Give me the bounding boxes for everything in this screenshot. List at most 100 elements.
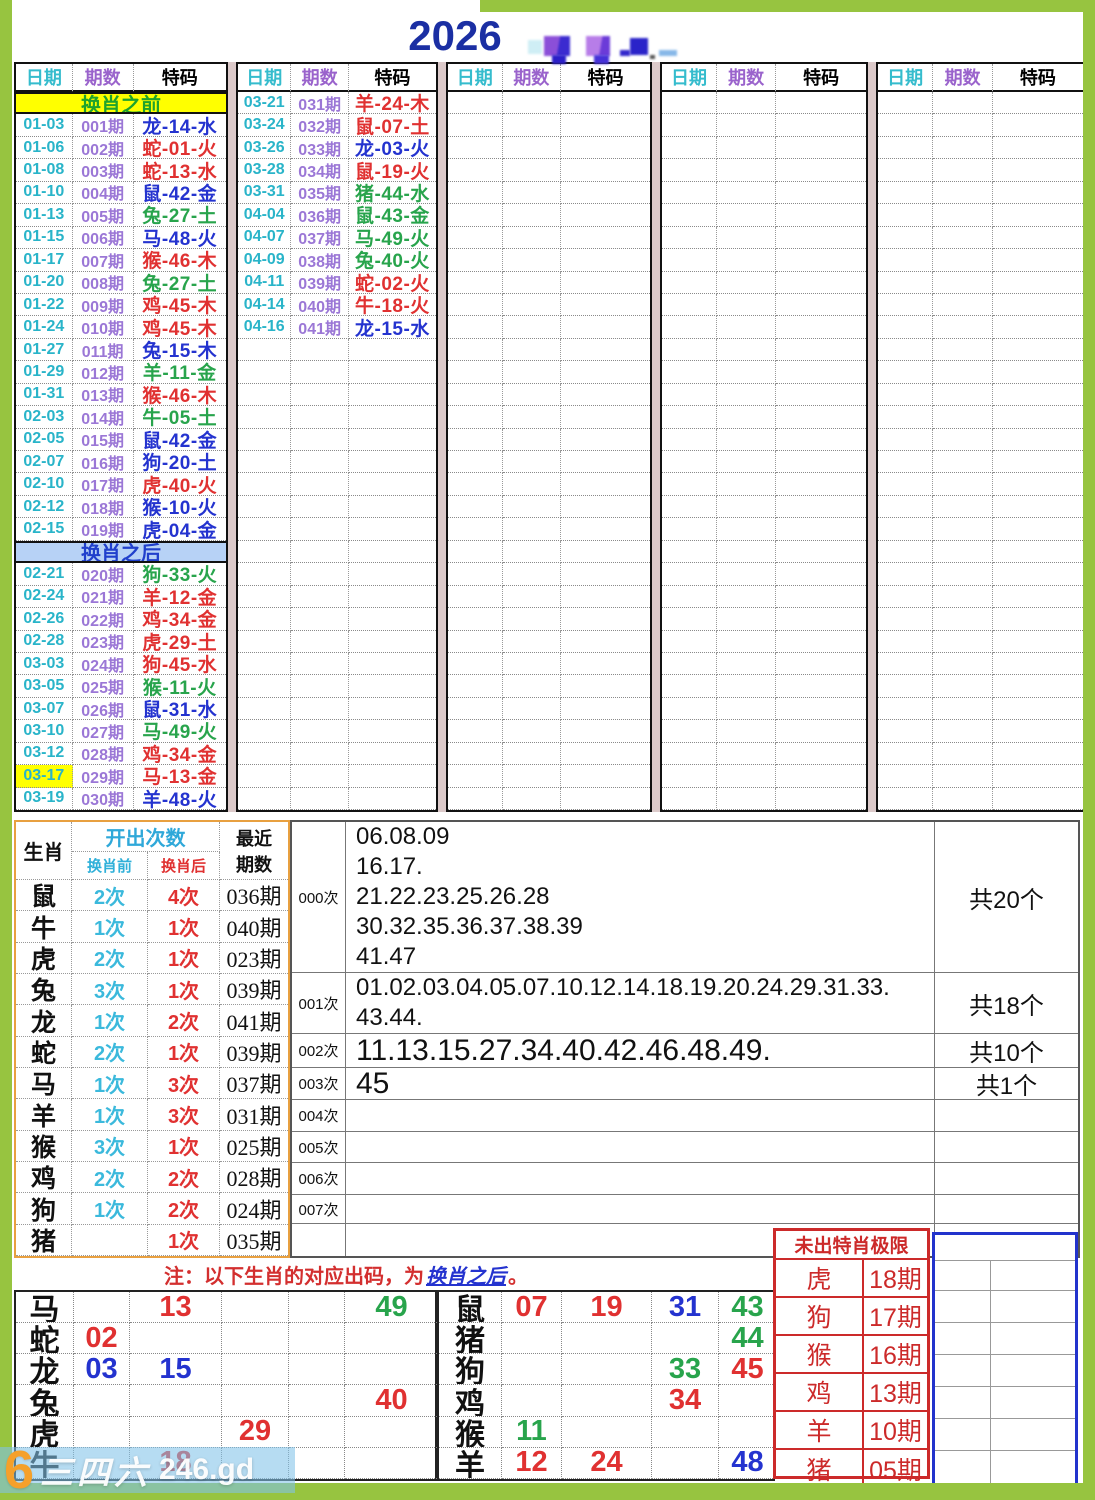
empty-cell (502, 204, 562, 227)
empty-cell (502, 271, 562, 294)
col-header-code: 特码 (776, 64, 866, 92)
date-cell: 03-19 (16, 787, 73, 810)
empty-cell (776, 227, 866, 250)
empty-cell (776, 272, 866, 294)
stats-header-before: 换肖前 (72, 852, 148, 880)
empty-cell (561, 765, 650, 788)
watermark-digit: 6 (4, 1440, 35, 1500)
empty-cell (776, 182, 866, 205)
freq-row: 001次 01.02.03.04.05.07.10.12.14.18.19.20.… (292, 973, 1078, 1035)
period-cell: 020期 (72, 563, 134, 586)
date-cell: 03-28 (238, 159, 292, 182)
empty-cell (238, 361, 292, 384)
empty-cell (662, 204, 718, 227)
code-cell: 兔-15-木 (133, 339, 226, 362)
empty-cell (238, 585, 292, 609)
empty-cell (448, 226, 503, 250)
empty-cell (502, 518, 562, 541)
freq-row: 007次 (292, 1194, 1078, 1225)
empty-cell (717, 540, 777, 564)
bottom-value: 11 (502, 1416, 562, 1448)
stats-zodiac: 猴 (16, 1130, 72, 1162)
empty-cell (662, 675, 718, 698)
empty-cell (662, 563, 718, 586)
stats-before-count: 2次 (72, 942, 148, 974)
page-border-left (0, 0, 12, 1500)
date-cell: 02-07 (16, 451, 73, 474)
limit-box-rows: 虎 18期狗 17期猴 16期鸡 13期羊 10期猪 05期 (776, 1260, 927, 1488)
empty-cell (878, 495, 934, 519)
empty-cell (561, 541, 650, 564)
empty-cell (238, 720, 292, 743)
empty-cell (717, 114, 777, 137)
period-cell: 012期 (72, 361, 134, 384)
empty-cell (448, 697, 503, 721)
code-cell: 兔-40-火 (348, 249, 436, 272)
limit-zodiac: 羊 (776, 1412, 864, 1450)
blue-box-row (935, 1355, 1075, 1387)
code-cell: 鸡-34-金 (133, 743, 226, 766)
empty-cell (933, 316, 993, 339)
stats-header-zodiac: 生肖 (16, 822, 72, 880)
period-cell: 013期 (72, 383, 134, 407)
empty-cell (878, 630, 934, 653)
period-cell: 037期 (291, 226, 349, 250)
bottom-value (289, 1385, 345, 1417)
freq-row: 005次 (292, 1131, 1078, 1164)
empty-cell (238, 742, 292, 766)
empty-cell (448, 765, 503, 788)
empty-cell (717, 271, 777, 294)
code-cell: 猴-11-火 (133, 675, 226, 698)
empty-cell (348, 451, 436, 474)
period-cell: 010期 (72, 316, 134, 339)
freq-numbers-line: 43.44. (356, 1004, 423, 1032)
date-cell: 03-31 (238, 181, 292, 205)
freq-label: 002次 (292, 1034, 346, 1068)
empty-cell (717, 473, 777, 496)
empty-cell (238, 630, 292, 653)
empty-cell (717, 338, 777, 362)
code-cell: 马-13-金 (133, 765, 226, 788)
bottom-value: 40 (345, 1385, 439, 1417)
empty-cell (662, 451, 718, 474)
bottom-value (502, 1354, 562, 1386)
stats-before-count: 1次 (72, 1005, 148, 1037)
empty-cell (662, 540, 718, 564)
freq-numbers (346, 1163, 934, 1194)
empty-cell (502, 293, 562, 317)
limit-zodiac: 虎 (776, 1260, 864, 1298)
period-cell: 032期 (291, 114, 349, 137)
empty-cell (933, 451, 993, 474)
date-cell: 03-21 (238, 92, 292, 115)
empty-cell (933, 765, 993, 788)
date-cell: 02-10 (16, 473, 73, 496)
freq-numbers-line: 30.32.35.36.37.38.39 (356, 913, 583, 940)
col-header-date: 日期 (662, 64, 718, 92)
empty-cell (662, 742, 718, 766)
empty-cell (502, 406, 562, 429)
empty-cell (448, 293, 503, 317)
stats-zodiac: 马 (16, 1068, 72, 1100)
empty-cell (992, 249, 1083, 272)
period-cell: 025期 (72, 675, 134, 698)
empty-cell (348, 384, 436, 407)
empty-cell (561, 518, 650, 541)
freq-label: 000次 (292, 822, 346, 972)
censored-block (659, 50, 677, 56)
empty-cell (448, 361, 503, 384)
code-cell: 牛-18-火 (348, 294, 436, 317)
freq-numbers-line: 41.47 (356, 943, 417, 970)
empty-cell (992, 429, 1083, 451)
stats-after-count: 1次 (148, 1224, 220, 1256)
empty-cell (992, 473, 1083, 496)
stats-before-count: 2次 (72, 1162, 148, 1194)
empty-cell (291, 406, 349, 429)
freq-numbers-line: 45 (356, 1066, 390, 1100)
freq-label: 005次 (292, 1131, 346, 1163)
bottom-value (289, 1354, 345, 1386)
empty-cell (502, 630, 562, 653)
empty-cell (933, 563, 993, 586)
empty-cell (992, 720, 1083, 743)
empty-cell (238, 675, 292, 698)
empty-cell (662, 271, 718, 294)
